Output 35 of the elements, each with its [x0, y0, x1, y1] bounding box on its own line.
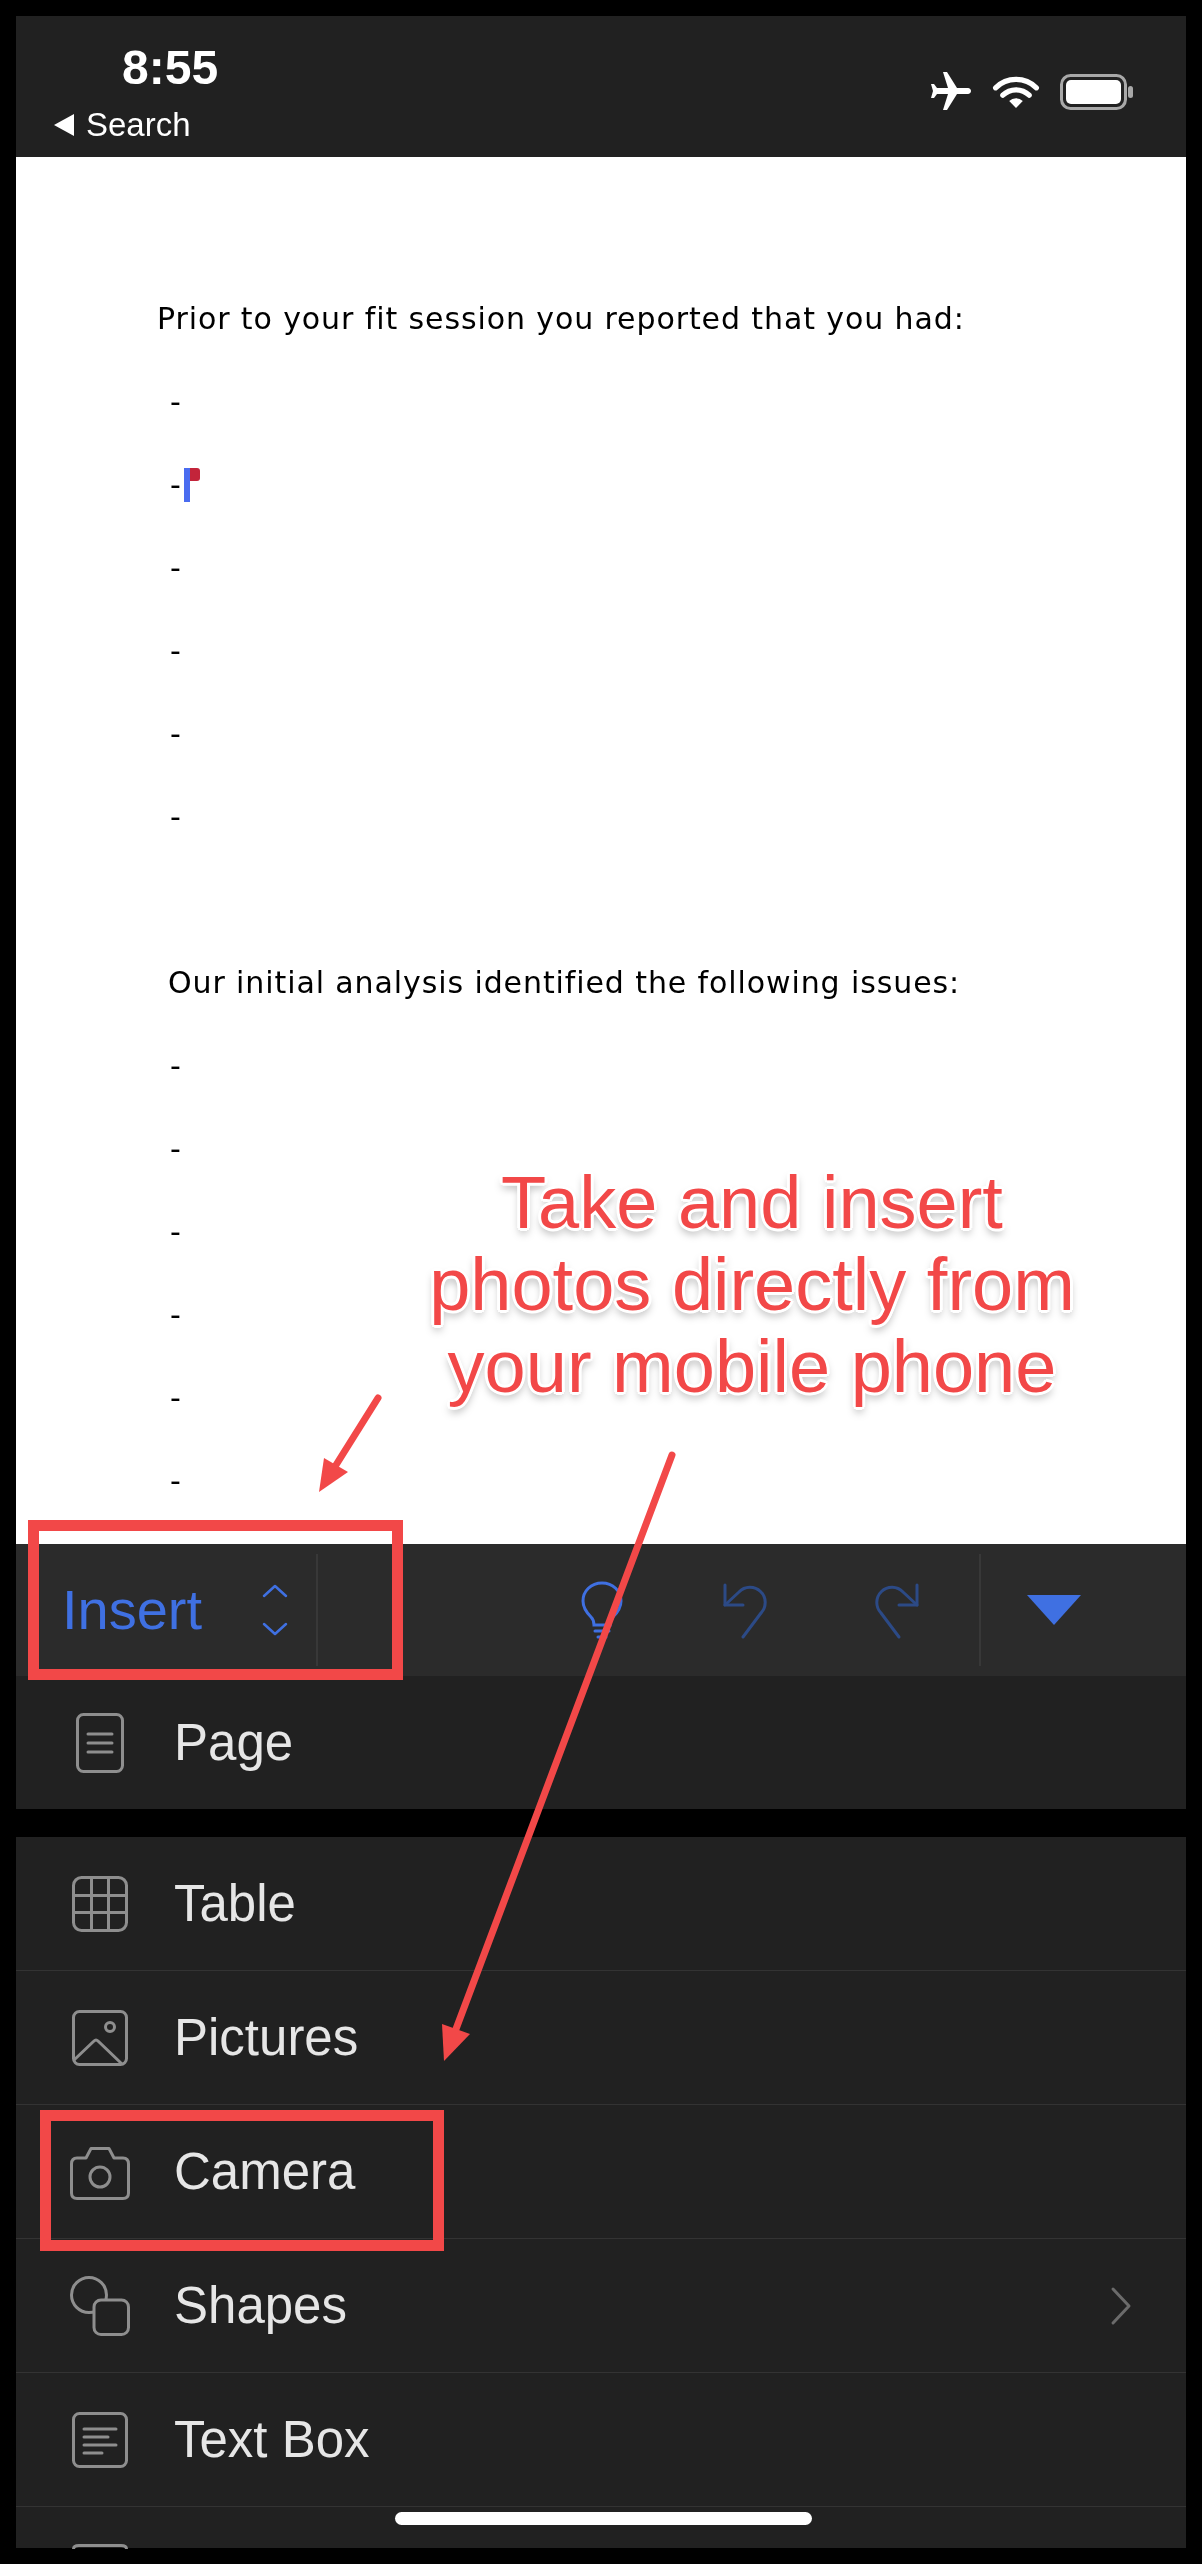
shapes-icon: [70, 2275, 130, 2336]
list-dash: -: [170, 798, 182, 835]
wifi-icon: [992, 75, 1040, 109]
partial-menu-icon: [72, 2544, 128, 2549]
menu-item[interactable]: Camera: [16, 2104, 1186, 2238]
battery-icon: [1060, 74, 1134, 110]
list-dash: -: [170, 1047, 182, 1084]
list-dash: -: [170, 1130, 182, 1167]
list-dash: -: [170, 549, 182, 586]
lightbulb-icon: [580, 1581, 624, 1639]
list-dash: -: [170, 1462, 182, 1499]
page-icon: [76, 1712, 124, 1773]
list-dash: -: [170, 1379, 182, 1416]
list-dash: -: [170, 1213, 182, 1250]
table-icon: [72, 1875, 128, 1932]
menu-item[interactable]: Text Box: [16, 2372, 1186, 2506]
menu-item[interactable]: Shapes: [16, 2238, 1186, 2372]
list-dash: -: [170, 1296, 182, 1333]
annotation-text: Take and insert photos directly from your mobile phone: [428, 1162, 1076, 1408]
list-dash: -: [170, 715, 182, 752]
menu-item[interactable]: Page: [16, 1676, 1186, 1809]
list-dash: -: [170, 466, 182, 503]
up-down-chevron-icon: [262, 1584, 289, 1636]
list-dash: -: [170, 383, 182, 420]
menu-item[interactable]: Table: [16, 1837, 1186, 1970]
list-dash: -: [170, 632, 182, 669]
airplane-mode-icon: [930, 72, 972, 112]
paragraph: Our initial analysis identified the following issues:: [168, 964, 961, 1001]
status-time: 8:55: [122, 44, 219, 92]
text-box-icon: [72, 2411, 128, 2468]
back-link[interactable]: Search: [54, 106, 191, 144]
picture-icon: [72, 2009, 128, 2066]
caret-down-icon: [1027, 1595, 1081, 1625]
back-triangle-icon: [54, 114, 74, 136]
paragraph: Prior to your fit session you reported that you had:: [157, 300, 965, 337]
